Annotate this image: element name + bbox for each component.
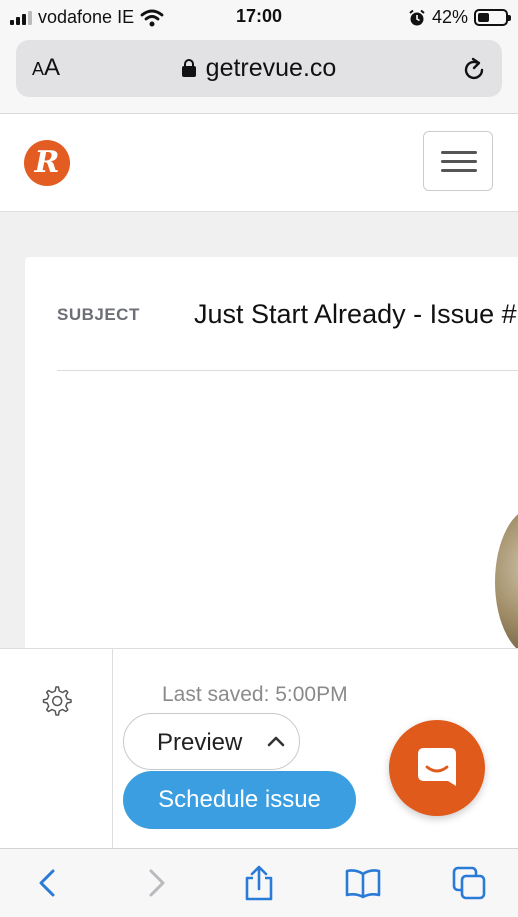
browser-bottom-bar [0,848,518,917]
status-right: 42% [408,7,511,28]
tabs-icon[interactable] [451,865,487,901]
hamburger-menu-button[interactable] [423,131,493,191]
issue-image [495,507,518,648]
subject-input[interactable]: Just Start Already - Issue # [194,299,517,330]
bookmarks-icon[interactable] [345,865,381,901]
url-text: getrevue.co [205,54,337,82]
menu-line [441,151,477,154]
address-bar[interactable]: AA getrevue.co [16,40,502,97]
chat-button[interactable] [389,720,485,816]
status-bar: vodafone IE 17:00 42% [0,0,518,34]
battery-icon [474,9,511,26]
site-header: R [0,114,518,212]
editor-toolbar: Last saved: 5:00PM Preview Schedule issu… [0,648,518,849]
menu-line [441,169,477,172]
browser-toolbar: AA getrevue.co [0,34,518,114]
schedule-issue-button[interactable]: Schedule issue [123,771,356,829]
share-icon[interactable] [241,865,277,901]
url-display[interactable]: getrevue.co [16,54,502,83]
forward-icon[interactable] [138,865,174,901]
divider [57,370,518,371]
alarm-icon [409,9,425,25]
battery-percent: 42% [431,7,468,27]
settings-column [0,649,113,849]
menu-line [441,160,477,163]
reload-icon[interactable] [460,56,488,84]
last-saved-status: Last saved: 5:00PM [162,683,348,706]
gear-icon[interactable] [40,684,72,716]
lock-icon [181,59,196,77]
battery-fill [478,13,489,22]
back-icon[interactable] [30,865,66,901]
subject-label: SUBJECT [57,305,140,324]
chat-icon [418,748,456,786]
revue-logo[interactable]: R [24,140,70,186]
preview-button[interactable]: Preview [123,713,300,770]
issue-card: SUBJECT Just Start Already - Issue # [25,257,518,648]
preview-label: Preview [157,729,243,756]
editor-area: SUBJECT Just Start Already - Issue # [0,212,518,648]
chevron-up-icon [267,736,285,747]
